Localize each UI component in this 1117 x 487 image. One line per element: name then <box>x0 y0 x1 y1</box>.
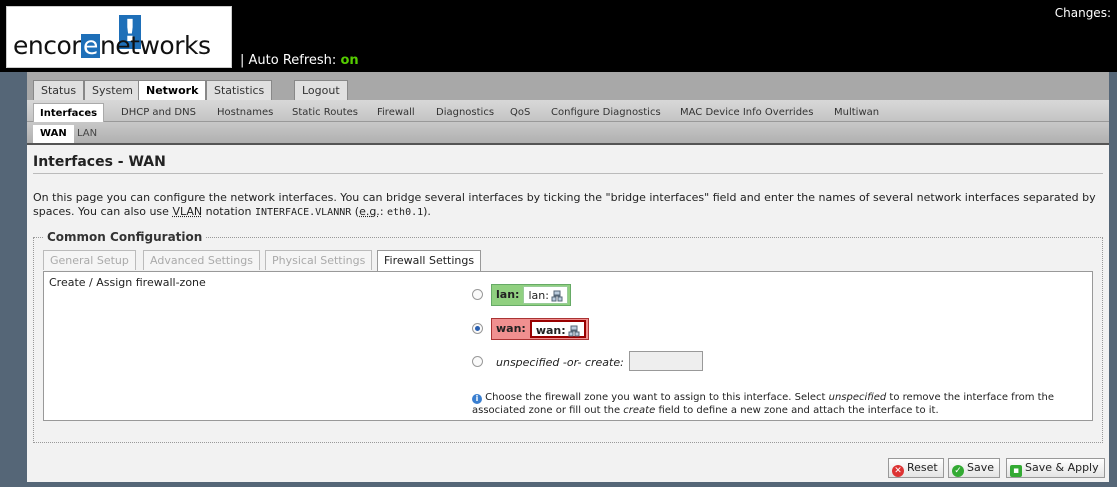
zone-create-radio[interactable] <box>472 356 483 367</box>
tab-advanced-settings[interactable]: Advanced Settings <box>143 250 260 270</box>
reset-icon: ✕ <box>892 465 904 477</box>
subtab-dhcp-dns[interactable]: DHCP and DNS <box>115 103 202 122</box>
desc-vlan-abbr: VLAN <box>172 205 203 218</box>
network-icon <box>551 290 563 302</box>
help-text-1: Choose the firewall zone you want to ass… <box>482 392 829 403</box>
auto-refresh-toggle[interactable]: on <box>340 53 358 68</box>
desc-text-4: : <box>379 205 388 218</box>
subtab-multiwan[interactable]: Multiwan <box>828 103 885 122</box>
content-area: Interfaces - WAN On this page you can co… <box>27 143 1109 482</box>
zone-lan-iface: lan: <box>523 286 568 304</box>
apply-icon: ▪ <box>1010 465 1022 477</box>
reset-button[interactable]: ✕ Reset <box>888 458 944 478</box>
firewall-zone-label: Create / Assign firewall-zone <box>49 276 206 289</box>
tab-wan[interactable]: WAN <box>33 125 74 143</box>
logo-text: encorenetworks <box>13 31 211 60</box>
changes-link[interactable]: Changes: <box>1055 6 1111 20</box>
tab-statistics[interactable]: Statistics <box>206 80 273 100</box>
subtab-mac-device-info[interactable]: MAC Device Info Overrides <box>674 103 819 122</box>
auto-refresh-label: | Auto Refresh: <box>240 53 337 68</box>
desc-eg-abbr: e.g. <box>359 205 380 218</box>
desc-text-5: ). <box>423 205 431 218</box>
zone-wan-iface-label: wan: <box>535 324 566 337</box>
sub-tabs-bar: Interfaces DHCP and DNS Hostnames Static… <box>27 100 1109 122</box>
section-legend: Common Configuration <box>44 230 206 244</box>
desc-code-1: INTERFACE.VLANNR <box>254 207 352 218</box>
subtab-interfaces[interactable]: Interfaces <box>33 103 105 122</box>
tab-general-setup[interactable]: General Setup <box>43 250 136 270</box>
tab-firewall-settings[interactable]: Firewall Settings <box>377 250 482 271</box>
logo-text-b: networks <box>99 31 211 60</box>
interface-tabs-bar: WAN LAN <box>27 122 1109 143</box>
zone-lan-radio[interactable] <box>472 289 483 300</box>
desc-text-3: ( <box>351 205 360 218</box>
tab-logout[interactable]: Logout <box>294 80 348 100</box>
tab-status[interactable]: Status <box>33 80 85 100</box>
title-divider <box>33 173 1103 174</box>
tab-network[interactable]: Network <box>138 80 207 100</box>
zone-wan-name: wan: <box>496 322 526 335</box>
top-header: ! encorenetworks | Auto Refresh: on Chan… <box>0 0 1117 72</box>
zone-wan-radio[interactable] <box>472 323 483 334</box>
logo-text-a: encor <box>13 31 82 60</box>
subtab-diagnostics[interactable]: Diagnostics <box>430 103 500 122</box>
tab-physical-settings[interactable]: Physical Settings <box>265 250 373 270</box>
help-text-3: field to define a new zone and attach th… <box>655 405 939 416</box>
zone-lan-name: lan: <box>496 288 520 301</box>
main-frame: Status System Network Statistics Logout … <box>27 72 1109 482</box>
desc-code-2: eth0.1 <box>387 207 424 218</box>
subtab-static-routes[interactable]: Static Routes <box>286 103 364 122</box>
common-configuration-section: Common Configuration General Setup Advan… <box>33 230 1103 443</box>
info-icon: i <box>472 394 482 404</box>
subtab-configure-diagnostics[interactable]: Configure Diagnostics <box>545 103 667 122</box>
tab-system[interactable]: System <box>84 80 142 100</box>
firewall-settings-panel: Create / Assign firewall-zone lan: lan: w… <box>43 271 1093 421</box>
help-create: create <box>623 405 656 416</box>
save-apply-label: Save & Apply <box>1025 461 1099 474</box>
firewall-zone-help: i Choose the firewall zone you want to a… <box>472 391 1082 417</box>
logo-e: e <box>81 31 100 60</box>
check-icon: ✓ <box>952 465 964 477</box>
help-unspecified: unspecified <box>828 392 887 403</box>
save-label: Save <box>967 461 995 474</box>
main-tabs-bar: Status System Network Statistics Logout <box>27 72 1109 100</box>
zone-lan-iface-label: lan: <box>528 289 549 302</box>
create-zone-label: unspecified -or- create: <box>496 356 624 369</box>
page-description: On this page you can configure the netwo… <box>33 191 1105 220</box>
page-title: Interfaces - WAN <box>33 154 166 170</box>
save-button[interactable]: ✓ Save <box>948 458 1001 478</box>
subtab-hostnames[interactable]: Hostnames <box>211 103 279 122</box>
create-zone-input[interactable] <box>629 351 703 371</box>
subtab-qos[interactable]: QoS <box>504 103 536 122</box>
auto-refresh: | Auto Refresh: on <box>240 53 359 68</box>
zone-wan-option[interactable]: wan: wan: <box>491 318 589 340</box>
tab-lan[interactable]: LAN <box>70 125 104 143</box>
encore-networks-logo: ! encorenetworks <box>6 6 232 68</box>
reset-label: Reset <box>907 461 938 474</box>
zone-lan-option[interactable]: lan: lan: <box>491 284 571 306</box>
desc-text-2: notation <box>202 205 255 218</box>
subtab-firewall[interactable]: Firewall <box>371 103 421 122</box>
zone-wan-iface: wan: <box>529 320 586 338</box>
save-apply-button[interactable]: ▪ Save & Apply <box>1006 458 1105 478</box>
network-icon <box>568 325 580 337</box>
